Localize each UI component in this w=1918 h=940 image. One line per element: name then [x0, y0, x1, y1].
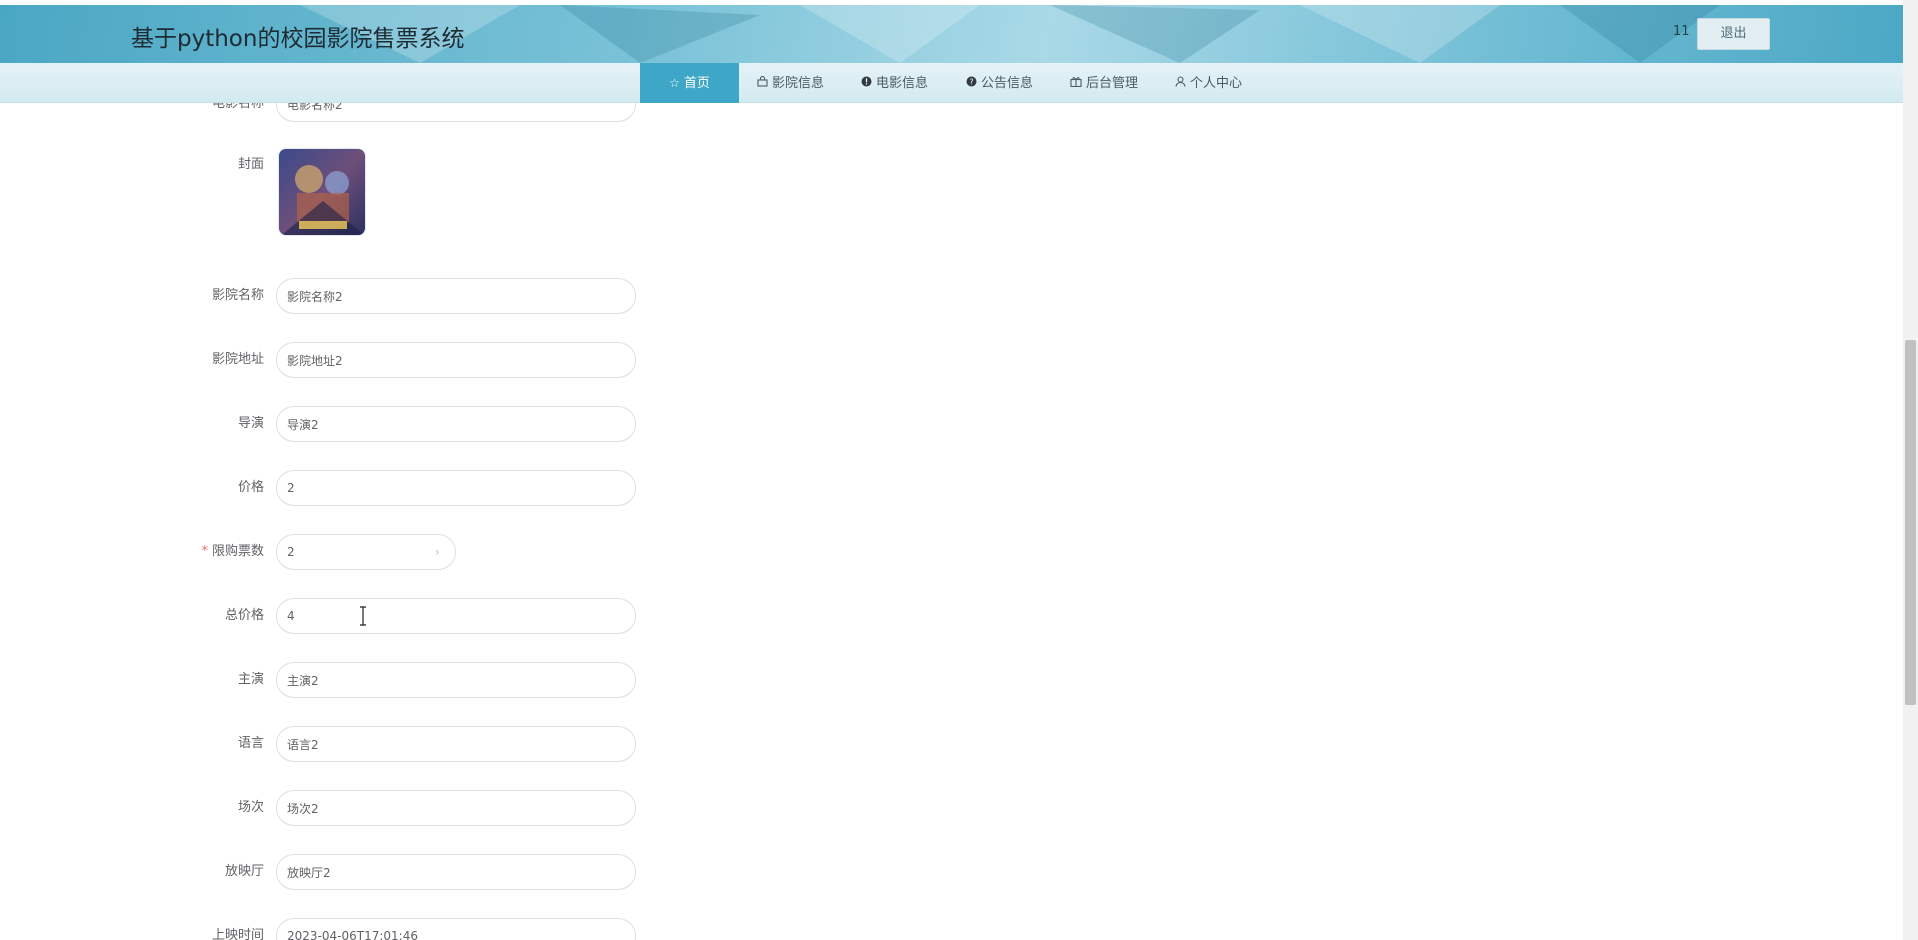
- username-label: 11: [1673, 24, 1690, 39]
- text-cursor-icon: [358, 606, 368, 626]
- form-row-starring: 主演: [0, 662, 700, 698]
- hall-label: 放映厅: [224, 864, 264, 879]
- language-input[interactable]: [276, 726, 636, 762]
- logout-button[interactable]: 退出: [1697, 18, 1770, 50]
- nav-item-cinema-info[interactable]: 影院信息: [757, 63, 824, 103]
- cinema-address-label: 影院地址: [211, 352, 264, 367]
- starring-input[interactable]: [276, 662, 636, 698]
- page: 电影名称 封面: [0, 0, 1918, 940]
- director-label: 导演: [237, 416, 264, 431]
- ticket-limit-label: * 限购票数: [201, 544, 264, 559]
- ticket-limit-stepper[interactable]: [276, 534, 456, 570]
- cover-image[interactable]: [278, 148, 366, 236]
- bag-icon: [757, 63, 768, 103]
- show-time-input[interactable]: [276, 918, 636, 940]
- nav-item-movie-info[interactable]: 电影信息: [861, 63, 928, 103]
- nav-item-label: 首页: [683, 76, 710, 91]
- nav-item-home[interactable]: ☆ 首页: [640, 63, 739, 103]
- svg-text:?: ?: [969, 78, 973, 87]
- cover-label: 封面: [237, 157, 264, 172]
- scrollbar-thumb[interactable]: [1905, 340, 1916, 705]
- starring-label: 主演: [237, 672, 264, 687]
- form-row-total-price: 总价格: [0, 598, 700, 634]
- nav-item-label: 后台管理: [1086, 76, 1139, 91]
- form-row-ticket-limit: *限购票数 ›: [0, 534, 700, 570]
- form-row-session: 场次: [0, 790, 700, 826]
- form-row-language: 语言: [0, 726, 700, 762]
- nav-item-label: 公告信息: [981, 76, 1034, 91]
- total-price-label: 总价格: [224, 608, 264, 623]
- form-row-price: 价格: [0, 470, 700, 506]
- hall-input[interactable]: [276, 854, 636, 890]
- cinema-address-input[interactable]: [276, 342, 636, 378]
- site-header: 基于python的校园影院售票系统 11 退出: [0, 5, 1903, 63]
- total-price-input[interactable]: [276, 598, 636, 634]
- site-title: 基于python的校园影院售票系统: [131, 26, 465, 52]
- user-icon: [1175, 63, 1186, 103]
- nav-item-profile[interactable]: 个人中心: [1175, 63, 1242, 103]
- star-icon: ☆: [669, 76, 680, 90]
- cinema-name-label: 影院名称: [211, 288, 264, 303]
- price-label: 价格: [237, 480, 264, 495]
- main-nav: ☆ 首页 影院信息 电影信息 ? 公告信息 后台管理 个人中心: [0, 63, 1903, 103]
- form-row-show-time: 上映时间: [0, 918, 700, 940]
- language-label: 语言: [237, 736, 264, 751]
- required-star: *: [201, 544, 208, 559]
- cinema-name-input[interactable]: [276, 278, 636, 314]
- show-time-label: 上映时间: [211, 928, 264, 940]
- nav-item-label: 影院信息: [772, 76, 825, 91]
- price-input[interactable]: [276, 470, 636, 506]
- nav-item-notice-info[interactable]: ? 公告信息: [966, 63, 1033, 103]
- form-row-cinema-name: 影院名称: [0, 278, 700, 314]
- nav-item-label: 电影信息: [876, 76, 929, 91]
- info-icon: [861, 63, 872, 103]
- session-label: 场次: [237, 800, 264, 815]
- chevron-right-icon[interactable]: ›: [435, 534, 440, 570]
- nav-item-admin[interactable]: 后台管理: [1070, 63, 1138, 103]
- form-row-hall: 放映厅: [0, 854, 700, 890]
- edit-form: 电影名称 封面: [0, 0, 1900, 940]
- session-input[interactable]: [276, 790, 636, 826]
- form-row-director: 导演: [0, 406, 700, 442]
- director-input[interactable]: [276, 406, 636, 442]
- form-row-cinema-address: 影院地址: [0, 342, 700, 378]
- nav-item-label: 个人中心: [1190, 76, 1243, 91]
- gift-icon: [1070, 63, 1082, 103]
- page-scrollbar[interactable]: [1903, 0, 1918, 940]
- question-icon: ?: [966, 63, 977, 103]
